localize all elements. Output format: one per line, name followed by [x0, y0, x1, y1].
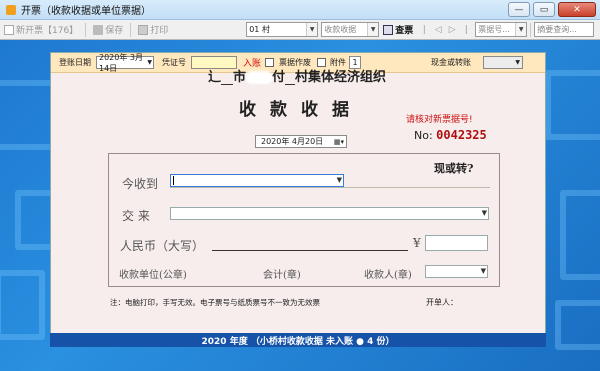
- unit-seal-label: 收款单位(公章): [119, 270, 187, 281]
- footnote: 注：电脑打印，手写无效。电子票号与纸质票号不一致为无效票: [110, 298, 320, 307]
- received-from-select[interactable]: ▼: [170, 174, 344, 187]
- nav-first-button[interactable]: |: [417, 25, 431, 35]
- cash-or-transfer-question: 现或转?: [434, 162, 474, 175]
- calendar-icon: ▦▾: [333, 137, 344, 146]
- amount-input[interactable]: [425, 235, 488, 251]
- text-cursor: [173, 176, 174, 185]
- chevron-down-icon: ▼: [367, 23, 379, 36]
- search-icon: [383, 24, 394, 35]
- chevron-down-icon: ▼: [306, 23, 318, 36]
- close-button[interactable]: ✕: [558, 2, 596, 17]
- receipt-date-picker[interactable]: 2020年 4月20日 ▦▾: [255, 135, 347, 148]
- title-bar: 开票（收款收据或单位票据） — ▭ ✕: [0, 0, 600, 20]
- payee-label: 收款人(章): [364, 270, 412, 281]
- minimize-button[interactable]: —: [508, 2, 530, 17]
- accountant-label: 会计(章): [263, 270, 301, 281]
- nav-last-button[interactable]: |: [459, 25, 473, 35]
- save-button[interactable]: 保存: [89, 22, 127, 38]
- maximize-button[interactable]: ▭: [533, 2, 555, 17]
- app-icon: [6, 4, 16, 15]
- chevron-down-icon: ▼: [481, 209, 487, 217]
- chevron-down-icon: ▼: [515, 59, 521, 66]
- yen-symbol: ¥: [413, 236, 421, 250]
- window-title: 开票（收款收据或单位票据）: [21, 6, 151, 17]
- rmb-uppercase-label: 人民币（大写）: [120, 239, 205, 253]
- village-select[interactable]: 01 村 ▼: [246, 22, 319, 37]
- document-title: 收款收据: [239, 100, 363, 120]
- payee-select[interactable]: ▼: [425, 265, 488, 278]
- nav-prev-button[interactable]: ◁: [431, 25, 445, 35]
- new-ticket-reminder: 请核对新票据号!: [406, 115, 473, 125]
- organization-name: 辶市付村集体经济组织: [207, 70, 387, 85]
- received-from-label: 今收到: [122, 177, 159, 191]
- chevron-down-icon: ▼: [147, 59, 152, 66]
- ticket-number: No: 0042325: [414, 128, 487, 142]
- redacted-text: [246, 71, 272, 84]
- payment-for-select[interactable]: ▼: [170, 207, 489, 220]
- ticket-number-select[interactable]: 票据号... ▼: [475, 22, 528, 37]
- nav-next-button[interactable]: ▷: [445, 25, 459, 35]
- status-bar: 2020 年度 （小桥村收款收据 未入账 ● 4 份）: [50, 333, 546, 347]
- toolbar: 新开票【176】 保存 打印 01 村 ▼ 收款收据 ▼ 查票 | ◁ ▷ | …: [0, 20, 600, 40]
- new-doc-icon: [4, 24, 14, 35]
- save-icon: [93, 24, 104, 35]
- issuer-label: 开单人：: [426, 298, 458, 307]
- chevron-down-icon: ▼: [480, 267, 486, 275]
- printer-icon: [138, 24, 149, 35]
- chevron-down-icon: ▼: [336, 176, 342, 184]
- summary-query-input[interactable]: 摘要查询...: [534, 22, 595, 37]
- chevron-down-icon: ▼: [515, 23, 527, 36]
- new-invoice-button[interactable]: 新开票【176】: [0, 22, 82, 38]
- search-ticket-button[interactable]: 查票: [379, 22, 417, 38]
- print-button[interactable]: 打印: [134, 22, 172, 38]
- payment-for-label: 交 来: [122, 209, 150, 223]
- receipt-type-select[interactable]: 收款收据 ▼: [321, 22, 380, 37]
